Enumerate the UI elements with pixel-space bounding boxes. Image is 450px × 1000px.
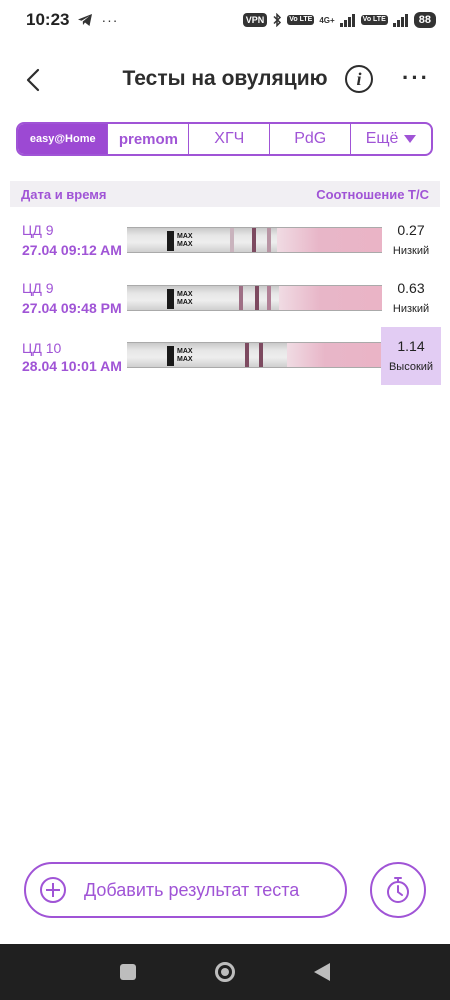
signal-icon-1 — [339, 13, 355, 27]
ratio-level: Низкий — [392, 245, 430, 257]
strip-test-line — [245, 343, 249, 367]
ratio-cell-high: 1.14 Высокий — [381, 327, 441, 385]
ratio-level: Высокий — [388, 361, 434, 373]
caret-down-icon — [404, 135, 417, 143]
tab-easy-home[interactable]: easy@Home — [18, 124, 109, 154]
strip-max-label: MAX — [177, 291, 193, 298]
network-type: 4G+ — [319, 15, 335, 25]
ratio-level: Низкий — [392, 303, 430, 315]
add-test-result-label: Добавить результат теста — [84, 879, 300, 900]
strip-max-label: MAX — [177, 241, 193, 248]
tab-pdg[interactable]: PdG — [270, 124, 352, 154]
status-left: 10:23 ··· — [26, 10, 118, 30]
home-button[interactable] — [214, 962, 235, 982]
strip-control-line — [259, 343, 263, 367]
signal-icon-2 — [392, 13, 408, 27]
strip-pad — [287, 343, 382, 367]
strip-test-line — [230, 228, 234, 252]
ratio-cell: 0.27 Низкий — [381, 222, 441, 280]
vpn-badge: VPN — [242, 13, 268, 27]
test-datetime: 27.04 09:12 AM — [22, 242, 122, 258]
battery-indicator: 88 — [413, 12, 436, 28]
plus-circle-icon — [40, 877, 66, 903]
ratio-value: 0.27 — [397, 222, 425, 238]
strip-control-line — [252, 228, 256, 252]
timer-button[interactable] — [370, 862, 426, 918]
status-right: VPN Vo LTE 4G+ Vo LTE 88 — [242, 12, 436, 28]
ratio-value: 0.63 — [397, 280, 425, 296]
strip-max-label: MAX — [177, 233, 193, 240]
tab-premom[interactable]: premom — [108, 124, 190, 154]
add-test-result-button[interactable]: Добавить результат теста — [24, 862, 347, 918]
tab-more-label: Ещё — [365, 130, 399, 147]
bluetooth-icon — [273, 13, 282, 27]
strip-handle — [167, 289, 174, 309]
status-more-dots: ··· — [101, 12, 119, 28]
tab-hcg[interactable]: ХГЧ — [189, 124, 271, 154]
cycle-day: ЦД 9 — [22, 280, 54, 296]
status-bar: 10:23 ··· VPN Vo LTE 4G+ Vo LTE 88 — [0, 0, 450, 40]
strip-test-line — [239, 286, 243, 310]
volte-badge-2: Vo LTE — [360, 15, 388, 25]
ratio-value: 1.14 — [397, 338, 425, 354]
strip-pad — [277, 228, 382, 252]
strip-max-label: MAX — [177, 356, 193, 363]
cycle-day: ЦД 9 — [22, 222, 54, 238]
tab-more[interactable]: Ещё — [351, 124, 431, 154]
status-time: 10:23 — [26, 10, 70, 29]
column-date-time: Дата и время — [21, 186, 107, 202]
strip-control-line — [255, 286, 259, 310]
test-strip-image: MAX MAX — [127, 342, 382, 368]
test-strip-image: MAX MAX — [127, 285, 382, 311]
app-header: Тесты на овуляцию i ··· — [0, 55, 450, 105]
column-tc-ratio: Соотношение Т/С — [316, 186, 429, 202]
strip-handle — [167, 231, 174, 251]
brand-tabs: easy@Home premom ХГЧ PdG Ещё — [16, 122, 433, 156]
strip-line — [267, 228, 271, 252]
strip-handle — [167, 346, 174, 366]
stopwatch-icon — [387, 877, 409, 903]
more-options-button[interactable]: ··· — [402, 65, 430, 91]
test-strip-image: MAX MAX — [127, 227, 382, 253]
strip-max-label: MAX — [177, 299, 193, 306]
test-row-3[interactable]: ЦД 10 28.04 10:01 AM MAX MAX 1.14 Высоки… — [0, 327, 450, 385]
cycle-day: ЦД 10 — [22, 340, 62, 356]
strip-line — [267, 286, 271, 310]
telegram-icon — [78, 14, 93, 26]
test-datetime: 27.04 09:48 PM — [22, 300, 122, 316]
test-row-1[interactable]: ЦД 9 27.04 09:12 AM MAX MAX 0.27 Низкий — [0, 222, 450, 280]
back-nav-button[interactable] — [314, 963, 331, 981]
info-button[interactable]: i — [345, 65, 373, 93]
recents-button[interactable] — [119, 964, 136, 980]
volte-badge-1: Vo LTE — [287, 15, 315, 25]
test-datetime: 28.04 10:01 AM — [22, 358, 122, 374]
strip-max-label: MAX — [177, 348, 193, 355]
system-navigation-bar — [0, 944, 450, 1000]
table-header: Дата и время Соотношение Т/С — [10, 181, 440, 207]
strip-pad — [279, 286, 382, 310]
page-title: Тесты на овуляцию — [122, 67, 328, 90]
